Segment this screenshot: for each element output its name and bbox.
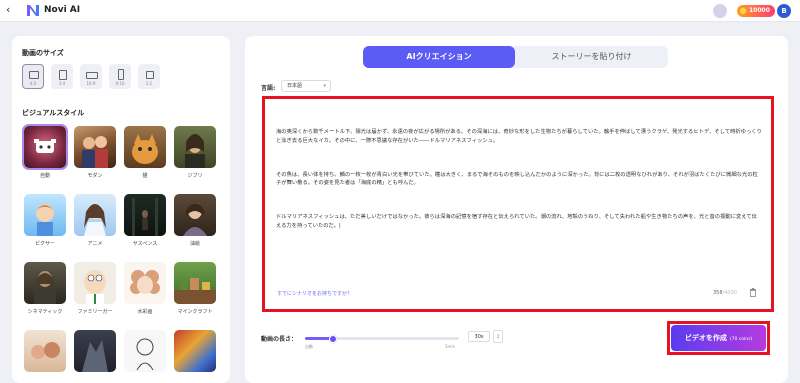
style-option-14[interactable] [74,330,116,372]
story-text[interactable]: 海の奥深くから数千メートル下、陽光は届かず、永遠の夜が広がる場所がある。その深海… [276,111,762,255]
char-max: /4000 [722,290,737,296]
length-slider[interactable] [305,334,459,343]
style-option-suspense[interactable]: サスペンス [124,194,166,247]
size-option-1-1[interactable]: 1:1 [138,64,160,89]
trash-icon[interactable] [749,288,757,297]
slider-max-label: 5min [445,344,456,349]
style-thumbnail [22,124,68,170]
coin-icon [739,7,747,15]
main-panel: AIクリエイション ストーリーを貼り付け 言語: 日本語 ▾ 海の奥深くから数千… [245,36,788,383]
style-option-pixar[interactable]: ピクサー [24,194,66,247]
style-thumbnail [74,330,116,372]
mode-tabs: AIクリエイション ストーリーを貼り付け [363,46,668,68]
portrait-frame-icon [59,70,67,80]
slider-min-label: 自動 [305,344,313,349]
size-option-4-3[interactable]: 4:3 [22,64,44,89]
style-thumbnail [174,262,216,304]
story-editor[interactable]: 海の奥深くから数千メートル下、陽光は届かず、永遠の夜が広がる場所がある。その深海… [262,96,774,312]
style-option-watercolor[interactable]: 水彩画 [124,262,166,315]
style-thumbnail [24,262,66,304]
top-bar: ‹ Novi AI 10000 B [0,0,800,22]
create-video-button[interactable]: ビデオを作成 (70 coins) [671,325,766,351]
size-option-16-9[interactable]: 16:9 [80,64,102,89]
style-thumbnail [124,126,166,168]
style-option-13[interactable] [24,330,66,372]
vertical-frame-icon [118,69,124,80]
character-counter: 358/4000 [713,290,737,296]
style-thumbnail [124,262,166,304]
tab-paste-story[interactable]: ストーリーを貼り付け [515,46,668,68]
existing-scenario-link[interactable]: すでにシナリオをお持ちですか？ [277,290,352,297]
notification-icon[interactable] [713,4,727,18]
style-option-auto[interactable]: 自動 [22,124,68,179]
landscape-frame-icon [29,71,39,79]
widescreen-frame-icon [86,72,98,79]
language-value: 日本語 [287,83,303,89]
duration-input[interactable]: 30s [468,331,490,342]
create-button-label: ビデオを作成 [684,334,727,342]
language-label: 言語: [261,85,276,92]
style-thumbnail [124,330,166,372]
story-paragraph: 海の奥深くから数千メートル下、陽光は届かず、永遠の夜が広がる場所がある。その深海… [276,129,762,144]
char-count: 358 [713,290,723,296]
style-thumbnail [24,330,66,372]
style-thumbnail [74,126,116,168]
style-option-oil-painting[interactable]: 油絵 [174,194,216,247]
style-thumbnail [174,330,216,372]
create-button-highlight: ビデオを作成 (70 coins) [667,321,770,355]
chevron-down-icon: ▾ [323,83,326,89]
size-option-9-16[interactable]: 9:16 [109,64,131,89]
app-title: Novi AI [44,5,81,15]
back-icon[interactable]: ‹ [6,3,10,16]
style-thumbnail [24,194,66,236]
style-thumbnail [174,194,216,236]
tab-ai-creation[interactable]: AIクリエイション [363,46,515,68]
style-option-family-guy[interactable]: ファミリーガー [74,262,116,315]
coin-balance[interactable]: 10000 [737,5,775,17]
style-option-ghibli[interactable]: ジブリ [174,126,216,179]
style-thumbnail [74,194,116,236]
square-frame-icon [146,71,154,79]
style-thumbnail [74,262,116,304]
coin-count: 10000 [749,7,770,14]
style-option-minecraft[interactable]: マインクラフト [174,262,216,315]
style-section-title: ビジュアルスタイル [22,109,85,117]
novi-logo-icon [27,5,39,16]
story-paragraph: その魚は、長い体を持ち、鱗の一枚一枚が青白い光を帯びていた。瞳は大きく、まるで海… [276,171,758,187]
story-paragraph: ドルマリアネスフィッシュは、ただ美しいだけではなかった。彼らは深海の記憶を宿す存… [276,213,757,229]
language-select[interactable]: 日本語 ▾ [281,80,331,92]
video-length-label: 動画の長さ： [261,336,298,343]
slider-thumb[interactable] [328,334,337,343]
style-thumbnail [174,126,216,168]
style-option-cinematic[interactable]: シネマティック [24,262,66,315]
duration-stepper[interactable]: ↕ [493,330,503,343]
style-option-16[interactable] [174,330,216,372]
style-option-modern[interactable]: モダン [74,126,116,179]
settings-panel: 動画のサイズ 4:3 3:4 16:9 9:16 1:1 ビジュアルスタイル 自… [12,36,230,383]
size-option-3-4[interactable]: 3:4 [51,64,73,89]
avatar[interactable]: B [777,4,791,18]
style-option-anime[interactable]: アニメ [74,194,116,247]
style-option-cat[interactable]: 猫 [124,126,166,179]
create-button-cost: (70 coins) [729,337,753,342]
style-option-15[interactable] [124,330,166,372]
size-section-title: 動画のサイズ [22,49,64,57]
style-thumbnail [124,194,166,236]
